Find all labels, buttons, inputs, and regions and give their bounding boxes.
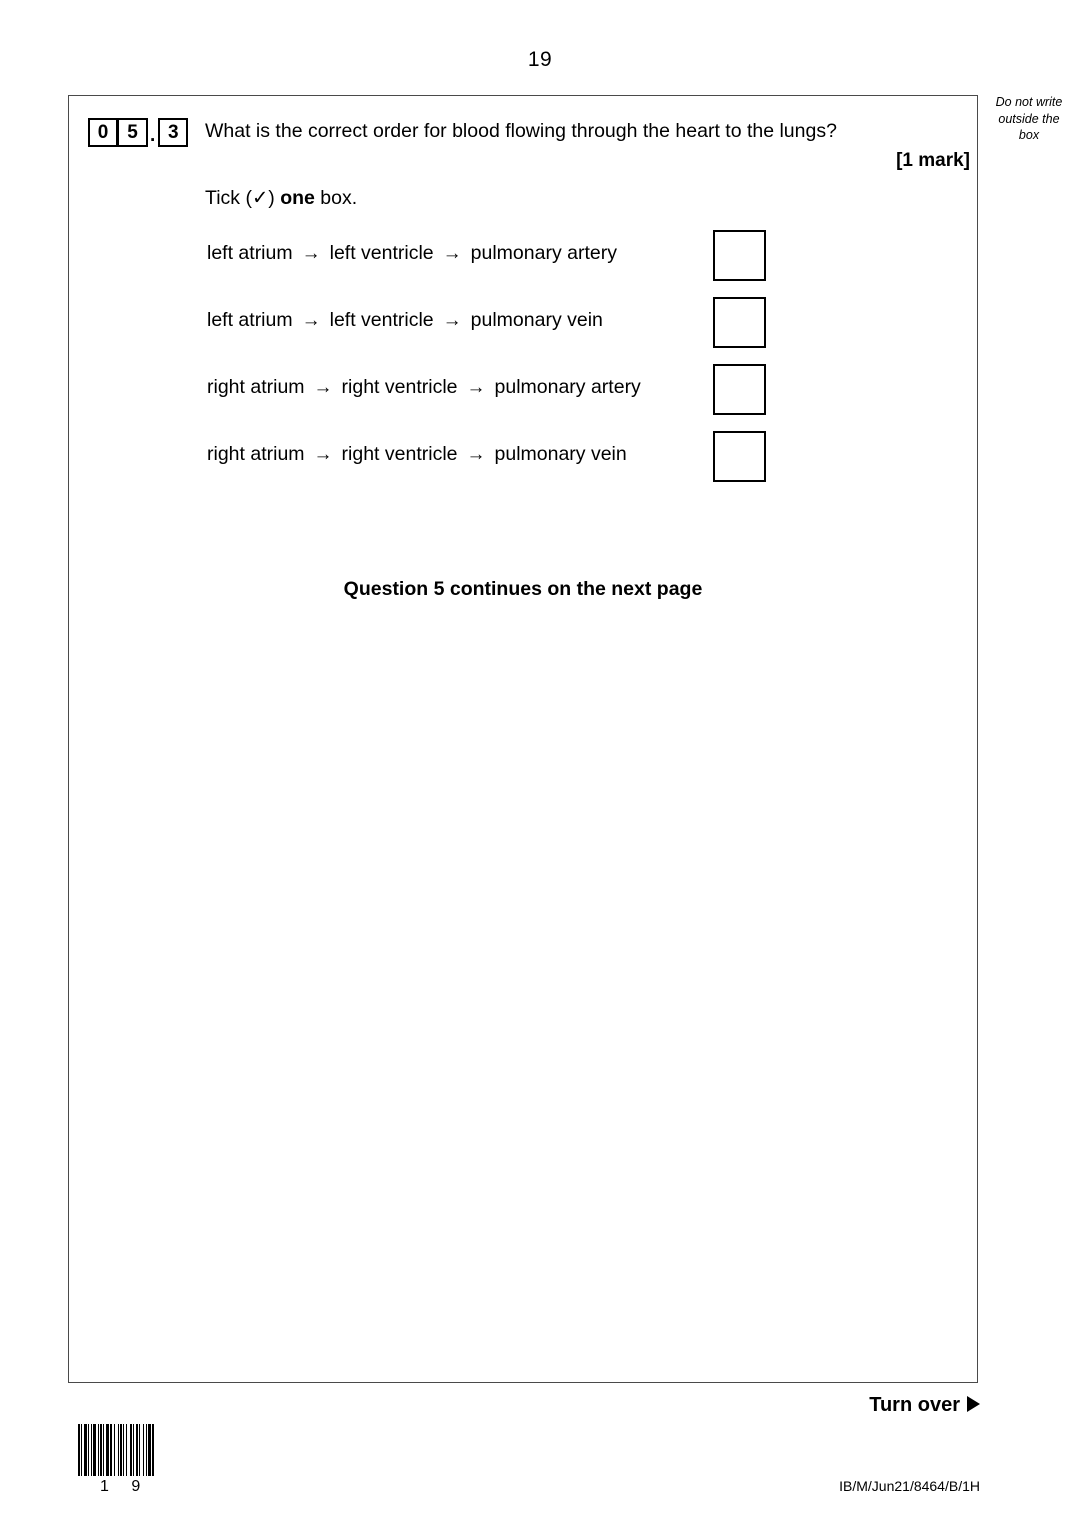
- option-part-3: pulmonary vein: [470, 309, 603, 331]
- option-part-2: right ventricle: [341, 376, 458, 398]
- barcode-bars: [78, 1424, 190, 1476]
- option-checkbox[interactable]: [713, 297, 766, 348]
- option-label: right atrium → right ventricle → pulmonary a…: [207, 376, 641, 399]
- margin-note: Do not write outside the box: [985, 94, 1073, 144]
- option-label: right atrium → right ventricle → pulmonary v…: [207, 443, 627, 466]
- instruction-suffix: box.: [314, 187, 358, 210]
- arrow-right-icon: →: [301, 243, 321, 264]
- option-checkbox[interactable]: [713, 431, 766, 482]
- turn-over-text: Turn over: [869, 1394, 960, 1416]
- option-part-2: right ventricle: [341, 443, 458, 465]
- option-row: left atrium → left ventricle → pulmonary vei…: [207, 297, 827, 372]
- question-number-digit-1: 0: [88, 118, 118, 147]
- option-row: left atrium → left ventricle → pulmonary art…: [207, 230, 827, 305]
- footer-reference-code: IB/M/Jun21/8464/B/1H: [839, 1478, 980, 1494]
- margin-note-line-1: Do not write: [995, 95, 1063, 109]
- instruction-emphasis: one: [280, 187, 315, 210]
- question-stem: What is the correct order for blood flow…: [205, 120, 837, 142]
- option-part-1: right atrium: [207, 376, 305, 398]
- option-checkbox[interactable]: [713, 230, 766, 281]
- check-icon: ✓: [251, 187, 269, 210]
- option-part-2: left ventricle: [329, 242, 434, 264]
- arrow-right-icon: →: [313, 444, 333, 465]
- arrow-right-icon: →: [313, 377, 333, 398]
- question-body: What is the correct order for blood flow…: [205, 119, 970, 210]
- arrow-right-icon: →: [466, 444, 486, 465]
- option-checkbox[interactable]: [713, 364, 766, 415]
- instruction-mid: ): [268, 187, 281, 210]
- arrow-right-icon: →: [466, 377, 486, 398]
- option-part-1: right atrium: [207, 443, 305, 465]
- question-number-digit-3: 3: [158, 118, 189, 147]
- arrow-right-icon: →: [301, 310, 321, 331]
- question-marks: [1 mark]: [896, 150, 970, 172]
- triangle-right-icon: [967, 1396, 980, 1412]
- instruction-prefix: Tick (: [205, 187, 252, 210]
- arrow-right-icon: →: [442, 310, 462, 331]
- margin-note-line-2: outside the: [998, 111, 1060, 126]
- turn-over-label: Turn over: [869, 1394, 980, 1417]
- option-label: left atrium → left ventricle → pulmonary vei…: [207, 309, 603, 332]
- page-number: 19: [527, 48, 553, 71]
- option-part-1: left atrium: [207, 242, 293, 264]
- answer-options: left atrium → left ventricle → pulmonary art…: [207, 230, 827, 506]
- option-part-3: pulmonary artery: [470, 242, 617, 264]
- question-instruction: Tick (✓) one box.: [205, 186, 965, 210]
- question-number-separator: .: [150, 125, 156, 147]
- barcode: 1 9: [78, 1424, 190, 1496]
- option-row: right atrium → right ventricle → pulmonary v…: [207, 431, 827, 506]
- option-part-2: left ventricle: [329, 309, 434, 331]
- option-part-3: pulmonary artery: [494, 376, 641, 398]
- option-label: left atrium → left ventricle → pulmonary art…: [207, 242, 617, 265]
- option-row: right atrium → right ventricle → pulmonary a…: [207, 364, 827, 439]
- question-continues-notice: Question 5 continues on the next page: [343, 578, 703, 600]
- question-number-digit-2: 5: [118, 118, 148, 147]
- barcode-label: 1 9: [100, 1478, 150, 1495]
- question-number: 0 5 . 3: [88, 118, 189, 147]
- option-part-1: left atrium: [207, 309, 293, 331]
- option-part-3: pulmonary vein: [494, 443, 627, 465]
- margin-note-line-3: box: [1018, 128, 1040, 143]
- arrow-right-icon: →: [442, 243, 462, 264]
